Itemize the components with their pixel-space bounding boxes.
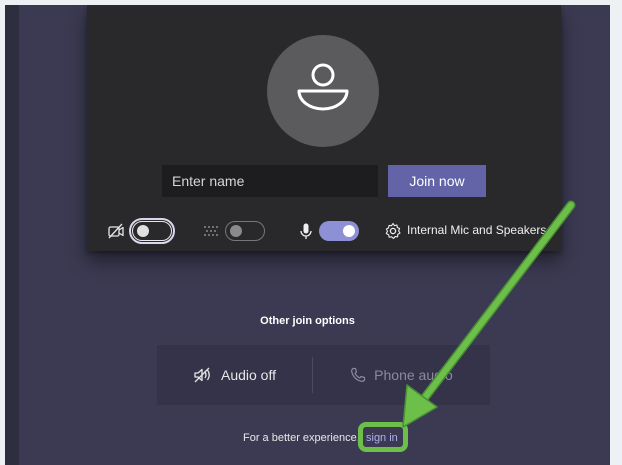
video-preview-panel: Join now (87, 5, 561, 251)
background-toggle-knob (230, 225, 242, 237)
microphone-toggle-knob (343, 225, 355, 237)
camera-off-icon (108, 223, 124, 239)
device-settings-label[interactable]: Internal Mic and Speakers (407, 223, 546, 237)
audio-off-option[interactable]: Audio off (157, 345, 312, 405)
video-toggle[interactable] (129, 218, 175, 244)
person-icon (297, 63, 349, 111)
join-now-button[interactable]: Join now (388, 165, 486, 197)
sign-in-link[interactable]: sign in (366, 432, 398, 444)
device-controls: Internal Mic and Speakers (107, 218, 557, 244)
phone-icon (351, 367, 366, 382)
other-join-options: Audio off Phone audio (157, 345, 490, 405)
other-join-options-heading: Other join options (260, 315, 355, 327)
avatar (267, 35, 379, 147)
gear-icon[interactable] (384, 222, 402, 240)
phone-audio-label: Phone audio (374, 367, 453, 383)
microphone-toggle[interactable] (319, 221, 359, 241)
audio-off-label: Audio off (220, 367, 276, 383)
phone-audio-option[interactable]: Phone audio (313, 345, 490, 405)
video-toggle-knob (137, 225, 149, 237)
teams-prejoin-screen: Join now (5, 5, 610, 465)
speaker-off-icon (194, 367, 210, 383)
sign-in-prompt: For a better experience, (243, 432, 360, 444)
left-edge-panel (5, 5, 19, 465)
microphone-icon (300, 223, 312, 239)
name-input[interactable] (162, 165, 378, 197)
background-effects-toggle[interactable] (225, 221, 265, 241)
background-blur-icon (204, 226, 218, 236)
